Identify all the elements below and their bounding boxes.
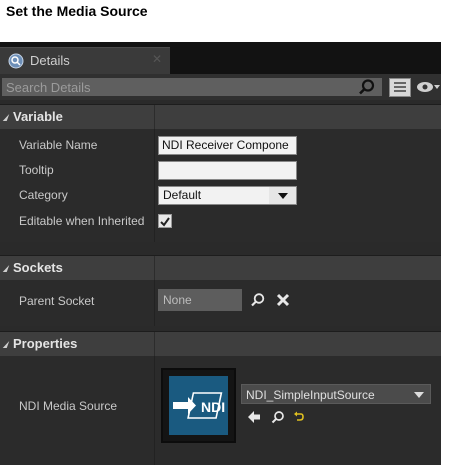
details-panel: Details ✕ Variable Variable Name NDI Rec… (0, 42, 441, 465)
search-row (0, 74, 441, 100)
editable-inherited-label: Editable when Inherited (19, 214, 145, 228)
tab-bar: Details ✕ (0, 42, 441, 74)
tooltip-field[interactable] (158, 161, 297, 180)
collapse-arrow-icon (2, 341, 10, 348)
chevron-down-icon (269, 187, 296, 204)
variable-name-label: Variable Name (19, 138, 98, 152)
section-sockets[interactable]: Sockets (0, 255, 441, 281)
variable-body: Variable Name NDI Receiver Compone Toolt… (0, 129, 441, 242)
page-title: Set the Media Source (6, 3, 148, 19)
section-title: Variable (13, 109, 63, 124)
view-options-button[interactable] (389, 78, 411, 97)
ndi-logo-icon: NDI (173, 392, 225, 419)
parent-socket-field[interactable]: None (158, 289, 242, 311)
browse-search-icon[interactable] (271, 410, 285, 424)
section-variable[interactable]: Variable (0, 104, 441, 130)
category-label: Category (19, 188, 68, 202)
close-icon[interactable]: ✕ (152, 52, 162, 66)
use-selected-arrow-icon[interactable] (247, 410, 261, 424)
search-icon[interactable] (250, 292, 266, 308)
tab-label: Details (30, 53, 70, 68)
eye-icon[interactable] (416, 80, 440, 94)
tab-details[interactable]: Details ✕ (0, 47, 170, 74)
sockets-body: Parent Socket None (0, 280, 441, 326)
asset-picker-dropdown[interactable]: NDI_SimpleInputSource (241, 384, 431, 404)
section-title: Sockets (13, 260, 63, 275)
chevron-down-icon (414, 392, 424, 398)
ndi-logo-text: NDI (201, 399, 225, 415)
ndi-media-source-label: NDI Media Source (19, 399, 118, 413)
editable-inherited-checkbox[interactable] (158, 214, 172, 228)
properties-body: NDI Media Source NDI NDI_SimpleInputSour… (0, 356, 441, 465)
collapse-arrow-icon (2, 114, 10, 121)
collapse-arrow-icon (2, 265, 10, 272)
asset-value: NDI_SimpleInputSource (246, 388, 375, 402)
category-dropdown[interactable]: Default (158, 186, 297, 205)
category-value: Default (163, 188, 202, 202)
asset-thumbnail[interactable]: NDI (161, 368, 236, 443)
clear-icon[interactable] (276, 293, 290, 307)
tooltip-label: Tooltip (19, 163, 54, 177)
section-title: Properties (13, 336, 78, 351)
search-input[interactable] (2, 78, 382, 96)
variable-name-field[interactable]: NDI Receiver Compone (158, 136, 297, 155)
checkmark-icon (160, 217, 170, 227)
search-icon[interactable] (358, 78, 376, 96)
details-icon (8, 53, 24, 69)
reset-to-default-icon[interactable] (293, 411, 305, 423)
section-properties[interactable]: Properties (0, 331, 441, 357)
parent-socket-label: Parent Socket (19, 294, 95, 308)
